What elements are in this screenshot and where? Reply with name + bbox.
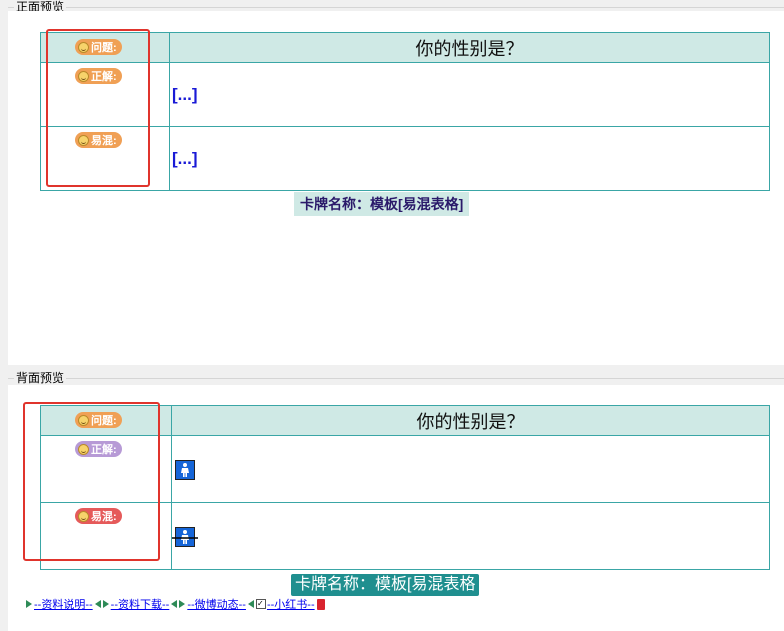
front-group-border xyxy=(8,7,784,8)
back-answer-cell xyxy=(171,435,770,503)
back-confuse-cell xyxy=(171,502,770,570)
link-xiaohongshu[interactable]: --小红书-- xyxy=(267,596,315,612)
red-book-icon xyxy=(316,598,325,610)
back-group-border xyxy=(8,378,784,379)
front-answer-cloze[interactable]: [...] xyxy=(172,85,198,105)
checkbox-icon: ✓ xyxy=(255,599,266,609)
arrow-right-icon xyxy=(102,600,109,608)
arrow-right-icon xyxy=(179,600,186,608)
link-doc-info[interactable]: --资料说明-- xyxy=(34,596,93,612)
link-weibo[interactable]: --微博动态-- xyxy=(187,596,246,612)
front-confuse-cell: [...] xyxy=(169,126,770,191)
arrow-left-icon xyxy=(94,600,101,608)
back-question-text: 你的性别是？ xyxy=(171,405,770,436)
back-group-title: 背面预览 xyxy=(14,371,67,385)
front-highlight-box xyxy=(46,29,150,187)
female-restroom-icon xyxy=(175,460,195,480)
back-card-name: 卡牌名称：模板[易混表格 xyxy=(291,574,480,596)
front-answer-cell: [...] xyxy=(169,62,770,127)
link-doc-download[interactable]: --资料下载-- xyxy=(111,596,170,612)
arrow-left-icon xyxy=(171,600,178,608)
front-preview-panel: 问题: 你的性别是？ 正解: [...] 易混: [...] 卡牌名称：模板[易… xyxy=(8,11,784,365)
arrow-right-icon xyxy=(26,600,32,608)
front-question-text: 你的性别是？ xyxy=(169,32,770,63)
front-card-name: 卡牌名称：模板[易混表格] xyxy=(294,192,470,216)
front-confuse-cloze[interactable]: [...] xyxy=(172,149,198,169)
female-restroom-strikethrough-icon xyxy=(172,527,198,547)
arrow-left-icon xyxy=(247,600,254,608)
back-preview-panel: 问题: 你的性别是？ 正解: 易混: 卡牌名称：模板[易混表格 xyxy=(8,385,784,631)
back-highlight-box xyxy=(23,402,160,561)
footer-links: --资料说明-- --资料下载-- --微博动态-- ✓ --小红书-- xyxy=(26,596,325,612)
